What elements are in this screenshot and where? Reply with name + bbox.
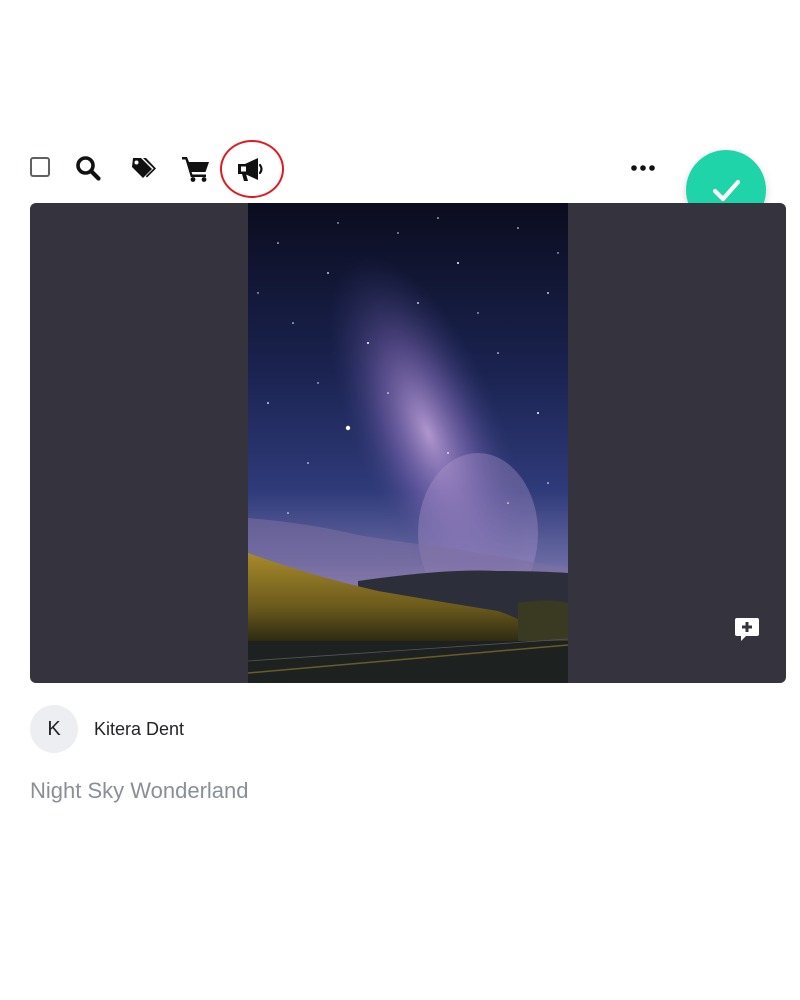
author-row[interactable]: K Kitera Dent — [30, 705, 184, 753]
megaphone-icon[interactable] — [234, 153, 266, 185]
avatar[interactable]: K — [30, 705, 78, 753]
night-sky-photo — [248, 203, 568, 683]
post-title: Night Sky Wonderland — [30, 778, 249, 803]
author-name[interactable]: Kitera Dent — [94, 719, 184, 740]
media-card[interactable] — [30, 203, 786, 683]
search-icon[interactable] — [72, 152, 104, 184]
toolbar — [0, 140, 800, 200]
more-icon[interactable] — [628, 156, 658, 180]
cart-icon[interactable] — [180, 152, 212, 184]
select-checkbox[interactable] — [30, 157, 50, 177]
add-comment-icon[interactable] — [734, 616, 760, 644]
tags-icon[interactable] — [126, 152, 158, 184]
